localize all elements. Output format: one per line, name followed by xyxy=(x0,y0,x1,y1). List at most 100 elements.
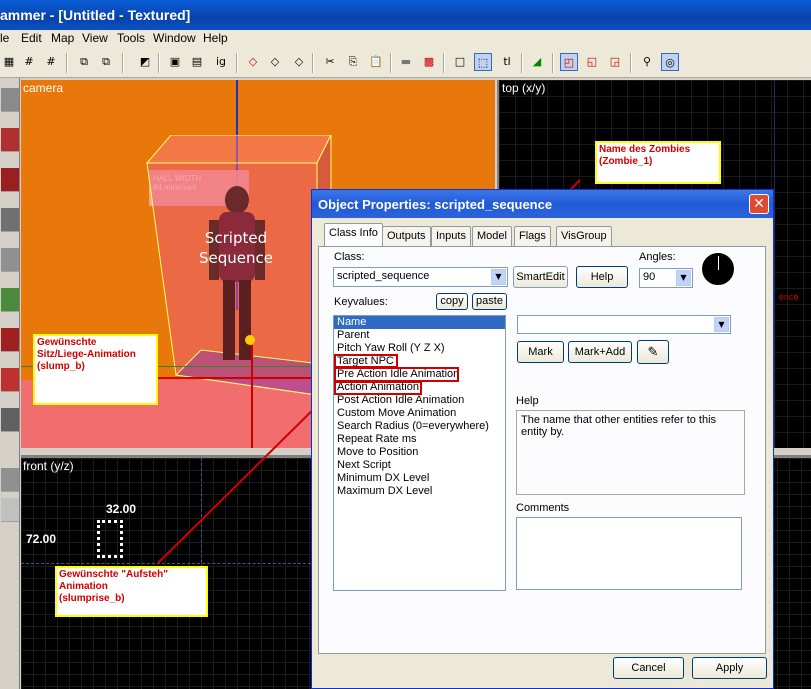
radius-icon[interactable]: ◎ xyxy=(661,53,679,71)
toolbar: ▦ # # ⧉ ⧉ ◩ ▣ ▤ ig ◇ ◇ ◇ ✂ ⎘ 📋 ▬ ▩ □ ⬚ t… xyxy=(0,48,811,78)
cube-red-icon[interactable]: ◇ xyxy=(244,53,262,71)
tab-class-info[interactable]: Class Info xyxy=(324,223,383,247)
snap-a-icon[interactable]: ◱ xyxy=(583,53,601,71)
angles-value: 90 xyxy=(643,271,656,283)
comments-label: Comments xyxy=(516,502,570,514)
class-select[interactable]: scripted_sequence ▼ xyxy=(333,267,508,287)
tool-block-icon[interactable] xyxy=(1,248,19,272)
texture-bar-icon[interactable]: ▬ xyxy=(397,53,415,71)
selection-dotted-icon[interactable]: ⬚ xyxy=(474,53,492,71)
ungroup-icon[interactable]: ⧉ xyxy=(97,53,115,71)
smartedit-button[interactable]: SmartEdit xyxy=(513,266,568,288)
zombie-model xyxy=(209,186,265,360)
hide-icon[interactable]: ▣ xyxy=(166,53,184,71)
tab-inputs[interactable]: Inputs xyxy=(431,226,471,246)
menu-view[interactable]: View xyxy=(82,31,108,45)
scripted-sequence-label: Scripted Sequence xyxy=(199,229,273,267)
tab-visgroup[interactable]: VisGroup xyxy=(556,226,612,246)
menu-map[interactable]: Map xyxy=(51,31,74,45)
value-select[interactable]: ▼ xyxy=(517,315,731,334)
tool-apply-texture-icon[interactable] xyxy=(1,328,19,352)
menu-tools[interactable]: Tools xyxy=(117,31,145,45)
comments-field[interactable] xyxy=(516,517,742,590)
callout-zombie-name: Name des Zombies (Zombie_1) xyxy=(595,141,721,184)
class-value: scripted_sequence xyxy=(337,270,430,282)
width-dimension: 32.00 xyxy=(106,502,137,516)
paste-button[interactable]: paste xyxy=(472,293,507,310)
grid-guide xyxy=(21,563,311,564)
mark-button[interactable]: Mark xyxy=(517,341,564,363)
origin-marker-icon xyxy=(245,335,255,345)
keyvalue-item[interactable]: Maximum DX Level xyxy=(334,485,505,498)
eyedropper-icon[interactable]: ✎ xyxy=(637,340,669,364)
cube-outline-icon[interactable]: ◇ xyxy=(290,53,308,71)
group-icon[interactable]: ⧉ xyxy=(75,53,93,71)
tool-path-icon[interactable] xyxy=(1,498,19,522)
keyvalue-item[interactable]: Minimum DX Level xyxy=(334,472,505,485)
tab-outputs[interactable]: Outputs xyxy=(382,226,431,246)
unhide-icon[interactable]: ▤ xyxy=(188,53,206,71)
ignore-groups-toggle[interactable]: ig xyxy=(212,53,230,71)
tool-clip-icon[interactable] xyxy=(1,408,19,432)
vertex-icon[interactable]: ⚲ xyxy=(638,53,656,71)
entity-selection[interactable] xyxy=(97,520,123,558)
chevron-down-icon[interactable]: ▼ xyxy=(676,270,691,286)
tool-decal-icon[interactable] xyxy=(1,368,19,392)
class-label: Class: xyxy=(334,251,365,263)
close-icon[interactable]: ✕ xyxy=(749,194,769,214)
keyvalue-item[interactable]: Repeat Rate ms xyxy=(334,433,505,446)
menu-help[interactable]: Help xyxy=(203,31,228,45)
keyvalue-item[interactable]: Name xyxy=(334,316,505,329)
keyvalue-item[interactable]: Post Action Idle Animation xyxy=(334,394,505,407)
keyvalue-item[interactable]: Custom Move Animation xyxy=(334,407,505,420)
snap-red-icon[interactable]: ◰ xyxy=(560,53,578,71)
callout-rise-animation: Gewünschte "Aufsteh" Animation (slumpris… xyxy=(55,566,208,617)
clip-icon[interactable]: ◢ xyxy=(528,53,546,71)
cube-icon[interactable]: ◇ xyxy=(266,53,284,71)
menu-file[interactable]: le xyxy=(0,31,9,45)
cut-icon[interactable]: ✂ xyxy=(321,53,339,71)
mark-add-button[interactable]: Mark+Add xyxy=(568,341,632,363)
chevron-down-icon[interactable]: ▼ xyxy=(714,317,729,332)
keyvalue-item[interactable]: Next Script xyxy=(334,459,505,472)
help-button[interactable]: Help xyxy=(576,266,628,288)
chevron-down-icon[interactable]: ▼ xyxy=(491,269,506,285)
height-dimension: 72.00 xyxy=(26,532,57,546)
tool-select-icon[interactable] xyxy=(1,88,19,112)
grid-toggle-icon[interactable]: ▦ xyxy=(0,53,18,71)
selection-box-icon[interactable]: □ xyxy=(451,53,469,71)
angle-dial[interactable] xyxy=(700,251,736,287)
keyvalue-item[interactable]: Parent xyxy=(334,329,505,342)
menu-edit[interactable]: Edit xyxy=(21,31,42,45)
copy-button[interactable]: copy xyxy=(436,293,468,310)
front-viewport-label[interactable]: front (y/z) xyxy=(23,459,74,473)
texture-lock-icon[interactable]: ▩ xyxy=(420,53,438,71)
menu-window[interactable]: Window xyxy=(153,31,196,45)
tool-entity-icon[interactable] xyxy=(1,208,19,232)
top-viewport-label[interactable]: top (x/y) xyxy=(502,81,545,95)
cancel-button[interactable]: Cancel xyxy=(613,657,684,679)
tab-model[interactable]: Model xyxy=(472,226,512,246)
tool-magnify-icon[interactable] xyxy=(1,128,19,152)
tab-flags[interactable]: Flags xyxy=(514,226,551,246)
apply-button[interactable]: Apply xyxy=(692,657,767,679)
top-fragment-label: ence xyxy=(779,292,799,302)
grid-larger-icon[interactable]: # xyxy=(42,53,60,71)
callout-sit-animation: Gewünschte Sitz/Liege-Animation (slump_b… xyxy=(33,334,158,405)
highlight-target-npc xyxy=(334,354,398,368)
tool-camera-icon[interactable] xyxy=(1,168,19,192)
grid-smaller-icon[interactable]: # xyxy=(20,53,38,71)
toggle-tl[interactable]: tl xyxy=(498,53,516,71)
keyvalue-item[interactable]: Search Radius (0=everywhere) xyxy=(334,420,505,433)
angles-select[interactable]: 90 ▼ xyxy=(639,268,693,288)
angle-dial-needle xyxy=(718,256,719,270)
snap-b-icon[interactable]: ◲ xyxy=(606,53,624,71)
tool-texture-icon[interactable] xyxy=(1,288,19,312)
paste-icon[interactable]: 📋 xyxy=(367,53,385,71)
tool-vertex-icon[interactable] xyxy=(1,468,19,492)
axis-line-red xyxy=(251,345,253,448)
camera-viewport-label[interactable]: camera xyxy=(23,81,63,95)
copy-icon[interactable]: ⎘ xyxy=(344,53,362,71)
keyvalue-item[interactable]: Move to Position xyxy=(334,446,505,459)
carve-icon[interactable]: ◩ xyxy=(136,53,154,71)
